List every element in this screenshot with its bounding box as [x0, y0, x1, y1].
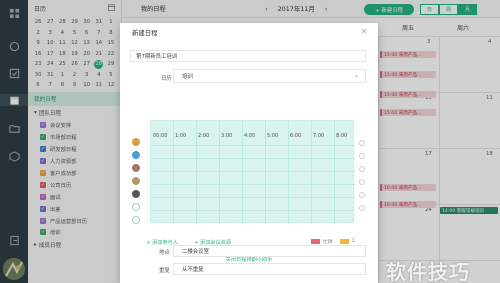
new-event-dialog: 新建日程 × 第7期新员工培训 日历 培训 ⌄ 00:00 1:00 2:00 … — [120, 23, 378, 283]
watermark-text: 软件技巧 — [386, 260, 470, 283]
location-label: 地点 — [159, 250, 170, 256]
repeat-label: 重复 — [159, 268, 170, 274]
time-label: 7:00 — [313, 133, 325, 139]
event-title-input[interactable]: 第7期新员工培训 — [130, 50, 366, 62]
time-label: 6:00 — [290, 133, 302, 139]
calendar-select[interactable]: 培训 ⌄ — [173, 69, 366, 83]
close-icon[interactable]: × — [360, 27, 368, 37]
time-grid[interactable]: 00:00 1:00 2:00 3:00 4:00 5:00 6:00 7:00… — [150, 120, 355, 224]
radio-button[interactable] — [359, 166, 365, 172]
avatar[interactable] — [132, 151, 140, 159]
room-icon[interactable] — [132, 216, 140, 224]
time-label: 5:00 — [267, 133, 279, 139]
radio-button[interactable] — [359, 205, 365, 211]
time-label: 8:00 — [336, 133, 348, 139]
schedule-assistant-grid: 00:00 1:00 2:00 3:00 4:00 5:00 6:00 7:00… — [144, 120, 355, 224]
legend-label: 1 — [351, 239, 355, 244]
time-header: 00:00 1:00 2:00 3:00 4:00 5:00 6:00 7:00… — [151, 133, 355, 141]
time-label: 4:00 — [244, 133, 256, 139]
radio-button[interactable] — [359, 153, 365, 159]
time-label: 3:00 — [221, 133, 233, 139]
avatar[interactable] — [132, 164, 140, 172]
location-input[interactable]: 二楼会议室 — [173, 245, 366, 257]
radio-button[interactable] — [359, 192, 365, 198]
legend-swatch — [339, 239, 349, 244]
time-label: 1:00 — [175, 133, 187, 139]
legend-swatch — [311, 239, 320, 244]
repeat-select[interactable]: 从不重复 — [173, 263, 366, 275]
close-schedule-helper-link[interactable]: 关闭日程排期小助手 — [120, 256, 378, 263]
radio-button[interactable] — [359, 140, 365, 146]
avatar[interactable] — [132, 190, 140, 198]
time-label: 00:00 — [153, 133, 168, 139]
chevron-down-icon: ⌄ — [353, 72, 359, 79]
avatar[interactable] — [132, 138, 140, 146]
avatar[interactable] — [132, 177, 140, 185]
calendar-field-label: 日历 — [161, 76, 172, 82]
radio-button[interactable] — [359, 179, 365, 185]
legend-label: 忙碌 — [323, 240, 333, 245]
time-label: 2:00 — [198, 133, 210, 139]
schedule-legend: 忙碌 1 — [311, 238, 355, 245]
dialog-title: 新建日程 — [132, 28, 158, 37]
calendar-select-value: 培训 — [182, 74, 193, 80]
room-icon[interactable] — [132, 203, 140, 211]
